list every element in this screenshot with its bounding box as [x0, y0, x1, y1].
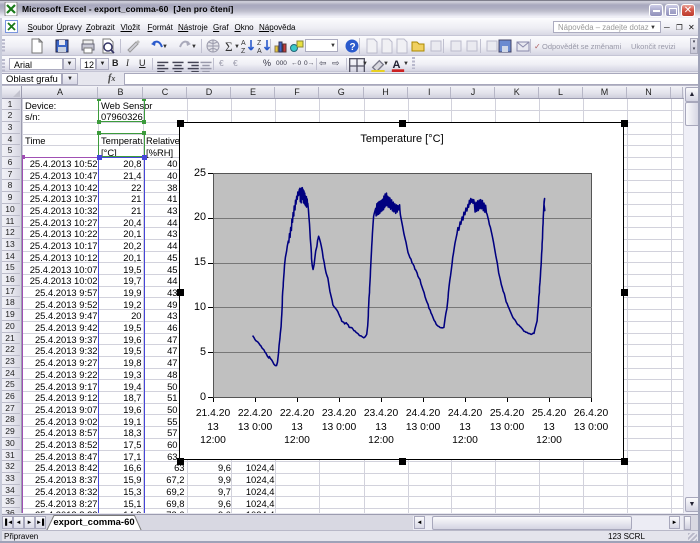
- svg-text:Σ: Σ: [225, 39, 233, 54]
- svg-text:A: A: [241, 40, 246, 47]
- svg-text:Z: Z: [257, 40, 262, 47]
- svg-text:A: A: [257, 48, 262, 54]
- svg-text:Z: Z: [241, 48, 246, 54]
- svg-text:?: ?: [350, 42, 356, 53]
- svg-text:A: A: [392, 59, 400, 71]
